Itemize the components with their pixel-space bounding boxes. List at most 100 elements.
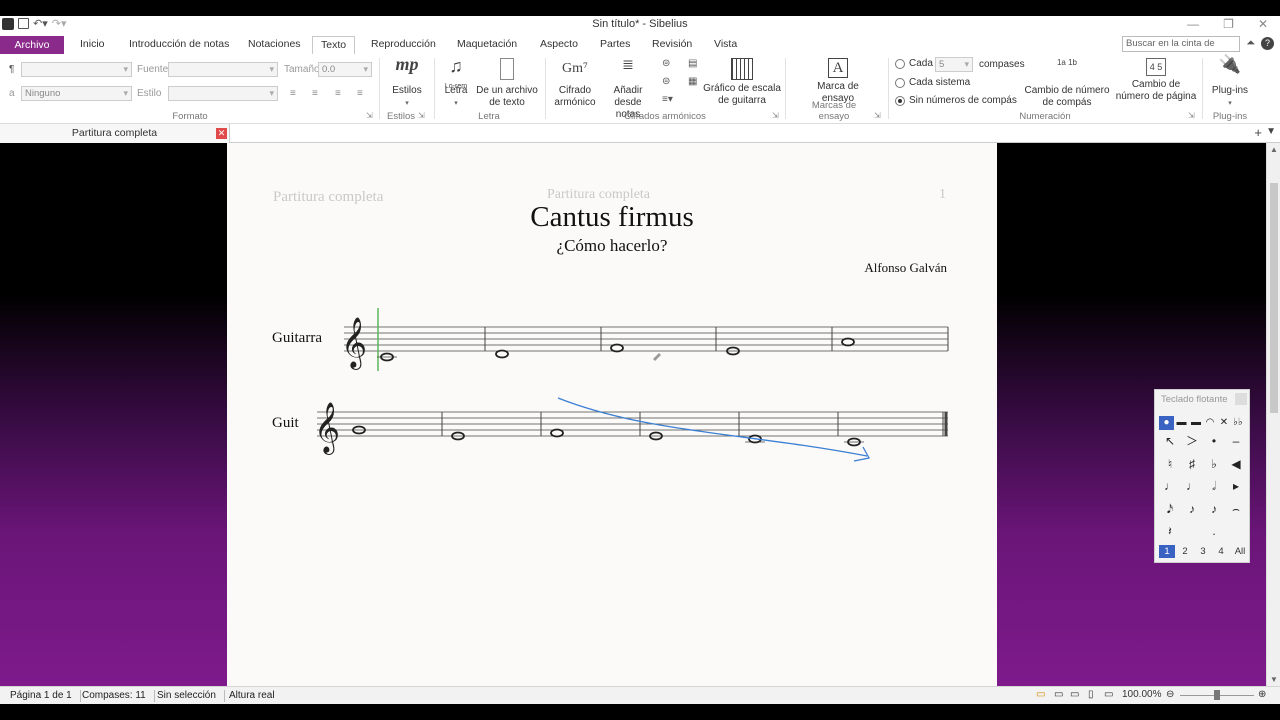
keypad-tab-1[interactable]: 1 (1159, 545, 1175, 558)
chord-option-icon[interactable]: ⊜ (662, 76, 670, 87)
help-icon[interactable]: ? (1261, 37, 1274, 50)
keypad-key[interactable]: ♭ (1203, 453, 1225, 476)
view-mode-icon[interactable]: ▯ (1088, 689, 1094, 700)
tab-partes[interactable]: Partes (600, 38, 630, 54)
zoom-out-icon[interactable]: ⊖ (1166, 689, 1174, 700)
keypad-layout-button[interactable]: ✕ (1217, 416, 1231, 430)
keypad-key[interactable]: ♪ (1181, 498, 1203, 521)
cifrado-armonico-button[interactable]: Gm⁷ Cifrado armónico (553, 58, 597, 109)
tab-menu-icon[interactable]: ▼ (1266, 126, 1276, 137)
cambio-numero-pagina-button[interactable]: 4 5 Cambio de número de página (1114, 58, 1198, 103)
maximize-button[interactable]: ❐ (1223, 17, 1234, 31)
tab-notaciones[interactable]: Notaciones (248, 38, 301, 54)
tamano-input[interactable]: 0.0 (318, 62, 372, 77)
sin-numeros-radio[interactable]: Sin números de compás (895, 95, 1017, 106)
floating-keypad[interactable]: Teclado flotante ● ▬ ▬ ◠ ✕ ♭♭ ↖ ＞ • – ♮ … (1154, 389, 1250, 563)
tab-aspecto[interactable]: Aspecto (540, 38, 578, 54)
keypad-key[interactable]: 𝅗𝅥 (1203, 475, 1225, 498)
keypad-key[interactable] (1181, 520, 1203, 543)
character-style-icon[interactable]: a (9, 88, 15, 99)
cambio-numero-compas-button[interactable]: 1a 1b Cambio de número de compás (1024, 58, 1110, 109)
score-page[interactable]: Partitura completa Partitura completa 1 … (227, 143, 997, 686)
add-tab-icon[interactable]: + (1254, 125, 1262, 140)
tab-revision[interactable]: Revisión (652, 38, 692, 54)
cifrados-launcher-icon[interactable]: ⇲ (772, 111, 779, 120)
text-style-dropdown[interactable] (21, 62, 132, 77)
marca-ensayo-button[interactable]: A Marca de ensayo (810, 58, 866, 105)
character-style-dropdown[interactable]: Ninguno (21, 86, 132, 101)
keypad-key[interactable]: ♯ (1181, 453, 1203, 476)
keypad-layout-button[interactable]: ▬ (1189, 416, 1203, 430)
keypad-close-button[interactable] (1235, 393, 1247, 405)
keypad-key[interactable]: ↖ (1159, 430, 1181, 453)
keypad-key[interactable]: – (1225, 430, 1247, 453)
align-right-icon[interactable]: ≡ (335, 88, 341, 99)
tab-introduccion-notas[interactable]: Introducción de notas (129, 38, 229, 54)
zoom-in-icon[interactable]: ⊕ (1258, 689, 1266, 700)
align-center-icon[interactable]: ≡ (312, 88, 318, 99)
keypad-layout-button[interactable]: ◠ (1203, 416, 1217, 430)
minimize-button[interactable]: — (1187, 17, 1199, 31)
keypad-key[interactable]: . (1203, 520, 1225, 543)
chord-option-icon[interactable]: ≡▾ (662, 94, 673, 105)
letra-button[interactable]: ♫ Lo-rem Letra ▾ (440, 57, 472, 110)
estilos-launcher-icon[interactable]: ⇲ (418, 111, 425, 120)
tab-reproduccion[interactable]: Reproducción (371, 38, 436, 54)
keypad-tab-all[interactable]: All (1231, 545, 1249, 558)
chord-option-icon[interactable]: ⊜ (662, 58, 670, 69)
tab-texto[interactable]: Texto (312, 36, 356, 55)
keypad-key[interactable]: ◀ (1225, 453, 1247, 476)
tab-partitura-completa[interactable]: Partitura completa ✕ (0, 124, 230, 143)
keypad-layout-button[interactable]: ● (1159, 416, 1174, 430)
scroll-thumb[interactable] (1270, 183, 1278, 413)
close-tab-icon[interactable]: ✕ (216, 128, 227, 139)
keypad-key[interactable] (1225, 520, 1247, 543)
cada-radio[interactable]: Cada (895, 58, 933, 69)
plugins-button[interactable]: 🔌 Plug-ins ▾ (1208, 55, 1252, 110)
tab-vista[interactable]: Vista (714, 38, 737, 54)
view-mode-icon[interactable]: ▭ (1036, 689, 1045, 700)
keypad-layout-button[interactable]: ♭♭ (1231, 416, 1245, 430)
chord-option-icon[interactable]: ▦ (688, 76, 697, 87)
keypad-tab-3[interactable]: 3 (1195, 545, 1211, 558)
scroll-down-icon[interactable]: ▼ (1270, 675, 1278, 684)
close-window-button[interactable]: ✕ (1258, 17, 1268, 31)
paragraph-icon[interactable]: ¶ (9, 64, 14, 75)
keypad-key[interactable]: 𝄽 (1159, 520, 1181, 543)
justify-icon[interactable]: ≡ (357, 88, 363, 99)
keypad-key[interactable]: ▸ (1225, 475, 1247, 498)
estilo-dropdown[interactable] (168, 86, 278, 101)
keypad-tab-4[interactable]: 4 (1213, 545, 1229, 558)
chord-option-icon[interactable]: ▤ (688, 58, 697, 69)
keypad-key[interactable]: ⌢ (1225, 498, 1247, 521)
align-left-icon[interactable]: ≡ (290, 88, 296, 99)
keypad-key[interactable]: ＞ (1181, 430, 1203, 453)
keypad-tab-2[interactable]: 2 (1177, 545, 1193, 558)
tab-archivo[interactable]: Archivo (0, 36, 64, 54)
tab-inicio[interactable]: Inicio (80, 38, 105, 54)
keypad-key[interactable]: ♪ (1203, 498, 1225, 521)
fuente-dropdown[interactable] (168, 62, 278, 77)
view-mode-icon[interactable]: ▭ (1070, 689, 1079, 700)
cada-sistema-radio[interactable]: Cada sistema (895, 77, 970, 88)
status-pitch[interactable]: Altura real (229, 690, 283, 702)
view-mode-icon[interactable]: ▭ (1104, 689, 1113, 700)
tab-maquetacion[interactable]: Maquetación (457, 38, 517, 54)
letra-archivo-button[interactable]: De un archivo de texto (476, 58, 538, 109)
estilos-button[interactable]: mp Estilos ▾ (385, 55, 429, 110)
keypad-key[interactable]: ♩ (1181, 475, 1203, 498)
numeracion-launcher-icon[interactable]: ⇲ (1188, 111, 1195, 120)
keypad-layout-button[interactable]: ▬ (1174, 416, 1189, 430)
keypad-key[interactable]: ♮ (1159, 453, 1181, 476)
marcas-launcher-icon[interactable]: ⇲ (874, 111, 881, 120)
vertical-scrollbar[interactable]: ▲ ▼ (1266, 143, 1280, 686)
grafico-escala-guitarra-button[interactable]: Gráfico de escala de guitarra (702, 58, 782, 107)
view-mode-icon[interactable]: ▭ (1054, 689, 1063, 700)
collapse-ribbon-icon[interactable]: ⏶ (1246, 37, 1255, 50)
cada-value-input[interactable]: 5 (935, 57, 973, 72)
keypad-key[interactable]: ♩ (1159, 475, 1181, 498)
ribbon-search-input[interactable]: Buscar en la cinta de opc... (1122, 36, 1240, 63)
zoom-slider-thumb[interactable] (1214, 690, 1220, 700)
keypad-key[interactable]: • (1203, 430, 1225, 453)
scroll-up-icon[interactable]: ▲ (1270, 145, 1278, 154)
